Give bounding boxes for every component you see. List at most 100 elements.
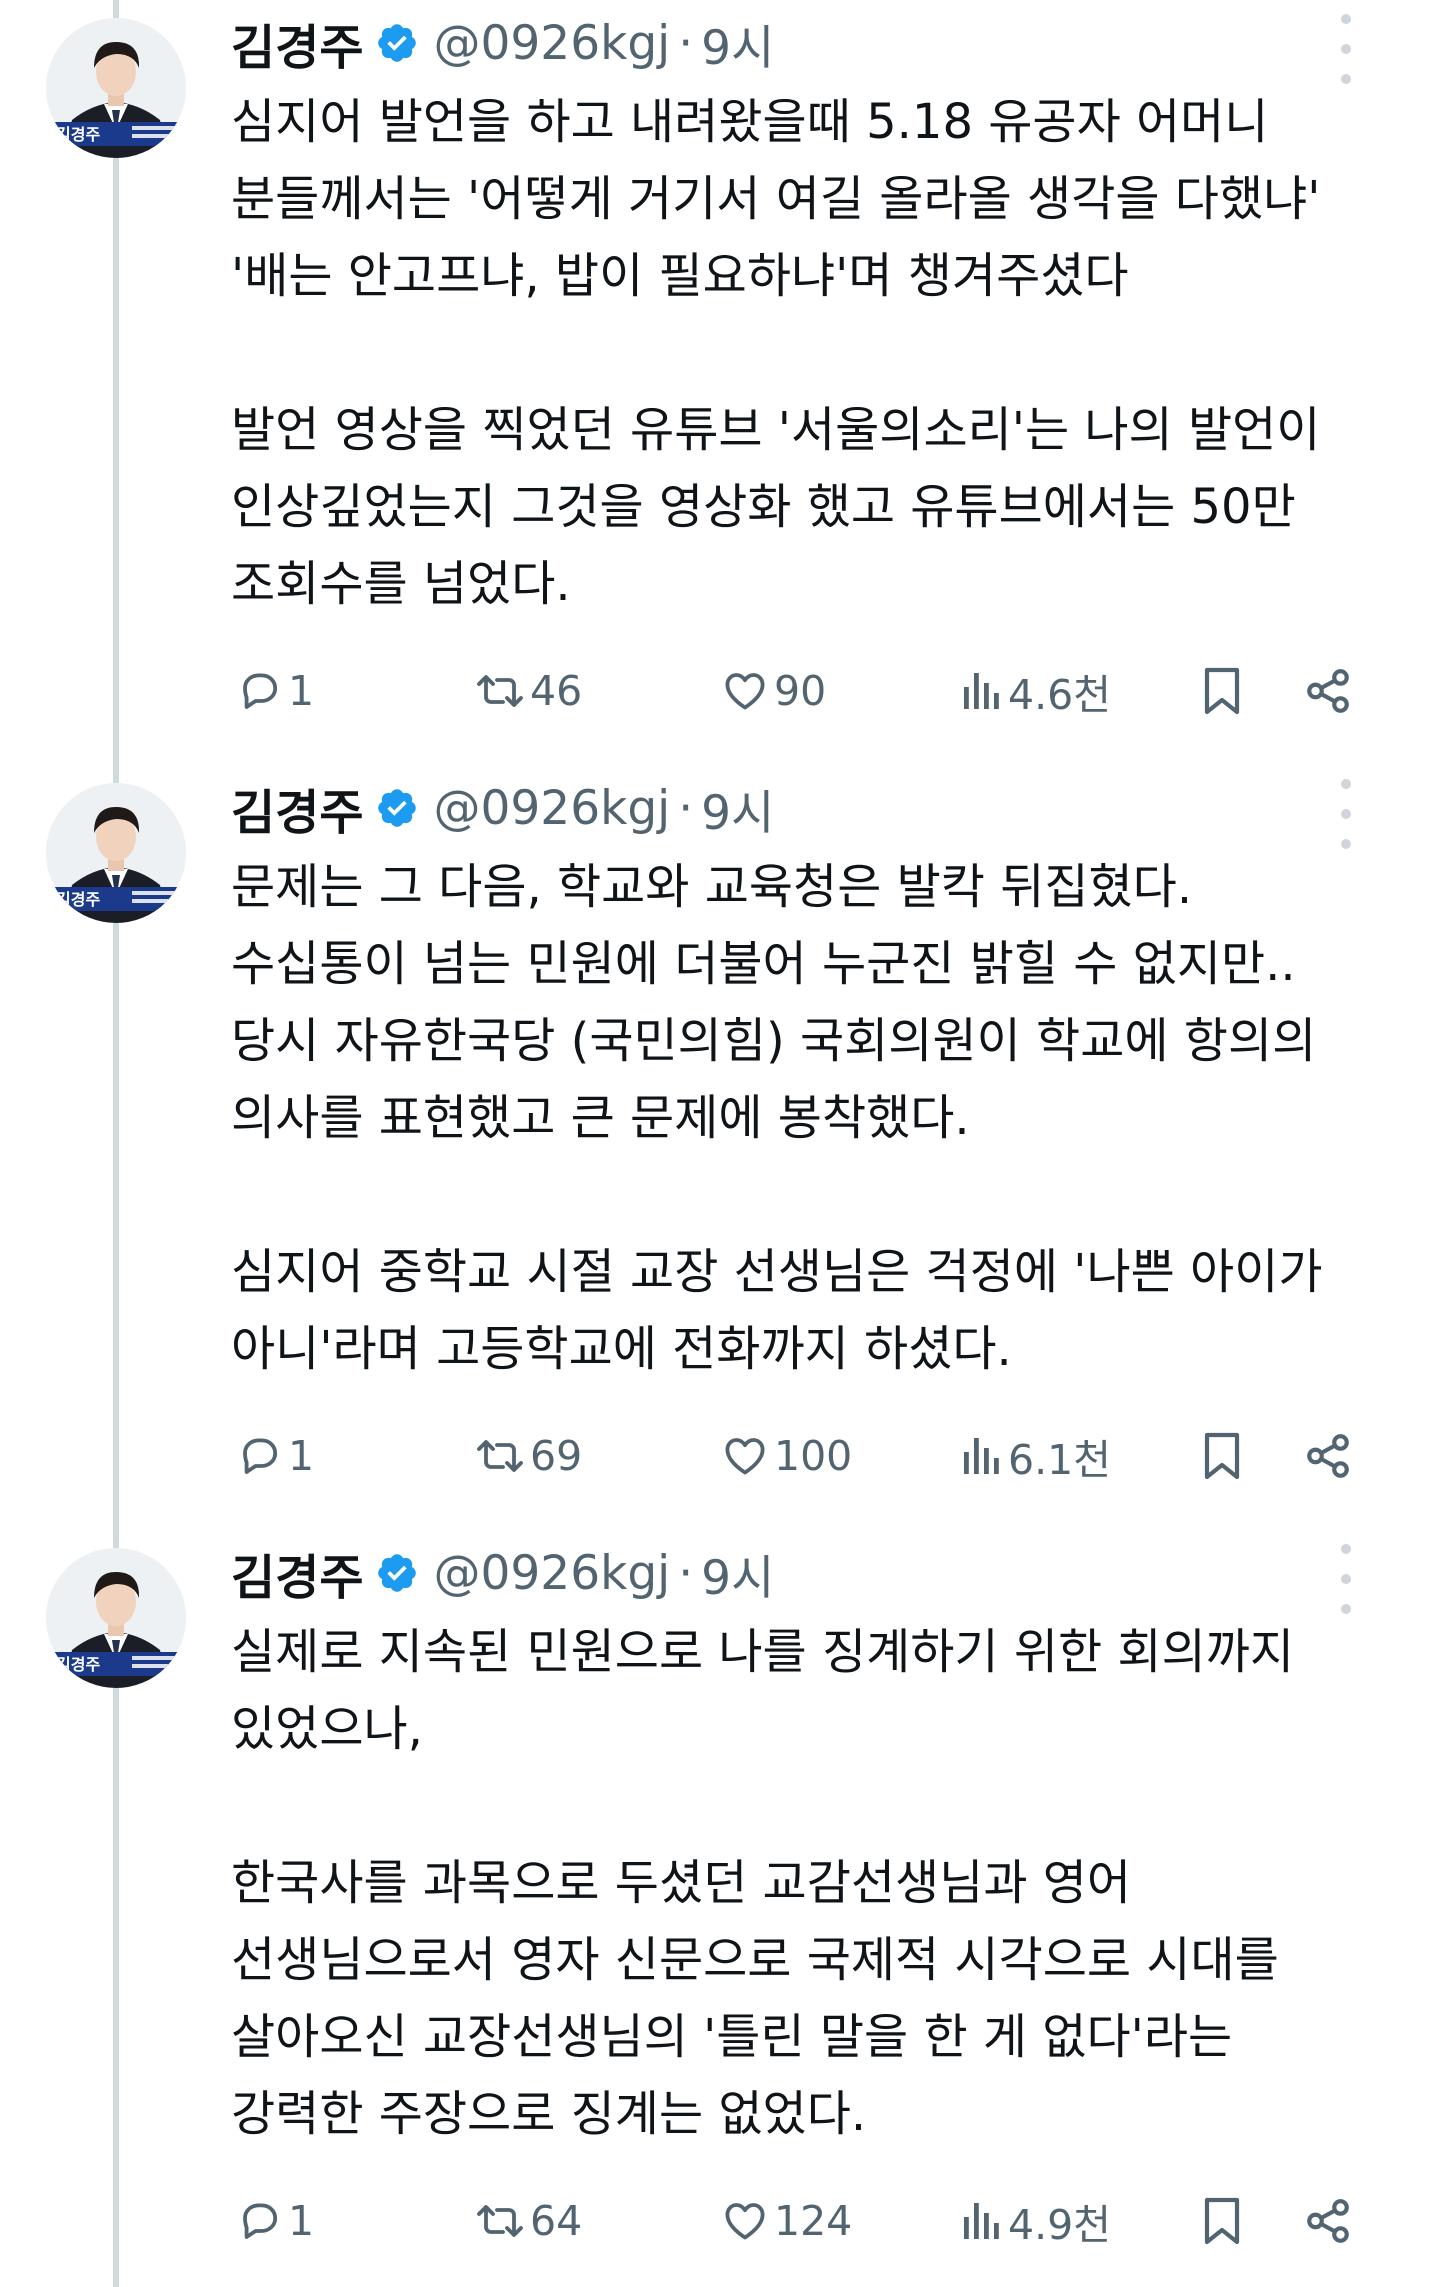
- avatar[interactable]: 김경주: [46, 1548, 186, 1688]
- views-count: 6.1천: [1008, 1436, 1111, 1484]
- separator-dot: ·: [678, 15, 694, 71]
- tweet-text-line: 인상깊었는지 그것을 영상화 했고 유튜브에서는 50만: [231, 479, 1296, 535]
- verified-badge-icon: [378, 24, 417, 62]
- views-icon: [964, 1438, 999, 1474]
- tweet-text-line: 심지어 중학교 시절 교장 선생님은 걱정에 '나쁜 아이가: [231, 1244, 1323, 1300]
- avatar-badge-text: 김경주: [56, 125, 100, 144]
- like-button[interactable]: 100: [720, 1420, 852, 1492]
- author-handle[interactable]: @0926kgj: [433, 781, 670, 836]
- views-button[interactable]: 4.6천: [960, 655, 1111, 727]
- bookmark-button[interactable]: [1200, 2185, 1244, 2257]
- tweet-text-line: 발언 영상을 찍었던 유튜브 '서울의소리'는 나의 발언이: [231, 402, 1321, 458]
- author-name[interactable]: 김경주: [231, 1538, 363, 1608]
- views-icon: [964, 2203, 999, 2239]
- action-bar: 1 64 124 4.9천: [0, 2185, 1439, 2257]
- tweet-text-line: 실제로 지속된 민원으로 나를 징계하기 위한 회의까지: [231, 1624, 1295, 1680]
- separator-dot: ·: [678, 780, 694, 836]
- tweet-text-line: 의사를 표현했고 큰 문제에 봉착했다.: [231, 1090, 970, 1146]
- author-name[interactable]: 김경주: [231, 773, 363, 843]
- reply-count: 1: [288, 1432, 315, 1480]
- like-icon: [725, 2203, 765, 2240]
- repost-icon: [477, 1440, 523, 1472]
- repost-button[interactable]: 64: [474, 2185, 582, 2257]
- timestamp[interactable]: 9시: [701, 774, 774, 843]
- bookmark-button[interactable]: [1200, 1420, 1244, 1492]
- reply-button[interactable]: 1: [236, 2185, 314, 2257]
- author-handle[interactable]: @0926kgj: [433, 16, 670, 71]
- share-button[interactable]: [1303, 1420, 1353, 1492]
- tweet-text-line: 심지어 발언을 하고 내려왔을때 5.18 유공자 어머니: [231, 94, 1269, 150]
- bookmark-icon: [1204, 2197, 1240, 2245]
- tweet-text-line: 조회수를 넘었다.: [231, 556, 571, 612]
- bookmark-icon: [1204, 1432, 1240, 1480]
- share-button[interactable]: [1303, 655, 1353, 727]
- avatar-badge-text: 김경주: [56, 890, 100, 909]
- reply-icon: [243, 1438, 278, 1474]
- views-icon: [964, 673, 999, 709]
- tweet-header: 김경주 @0926kgj · 9시: [231, 1538, 774, 1608]
- tweet-header: 김경주 @0926kgj · 9시: [231, 773, 774, 843]
- timestamp[interactable]: 9시: [701, 1539, 774, 1608]
- avatar-badge-text: 김경주: [56, 1655, 100, 1674]
- repost-count: 64: [530, 2197, 583, 2245]
- thread-line: [113, 0, 119, 2287]
- tweet-text-line: 분들께서는 '어떻게 거기서 여길 올라올 생각을 다했냐': [231, 171, 1321, 227]
- tweet-text-line: 선생님으로서 영자 신문으로 국제적 시각으로 시대를: [231, 1932, 1279, 1988]
- avatar-photo: 김경주: [46, 18, 186, 158]
- bookmark-button[interactable]: [1200, 655, 1244, 727]
- like-button[interactable]: 90: [720, 655, 826, 727]
- verified-badge-icon: [378, 789, 417, 827]
- views-count: 4.6천: [1008, 671, 1111, 719]
- avatar-photo: 김경주: [46, 783, 186, 923]
- repost-count: 69: [530, 1432, 583, 1480]
- author-handle[interactable]: @0926kgj: [433, 1546, 670, 1601]
- share-icon: [1307, 2199, 1349, 2243]
- repost-icon: [477, 2205, 523, 2237]
- like-icon: [725, 1438, 765, 1475]
- like-button[interactable]: 124: [720, 2185, 852, 2257]
- tweet-text-line: 수십통이 넘는 민원에 더불어 누군진 밝힐 수 없지만..: [231, 936, 1296, 992]
- tweet-text-line: 살아오신 교장선생님의 '틀린 말을 한 게 없다'라는: [231, 2009, 1233, 2065]
- share-icon: [1307, 1434, 1349, 1478]
- avatar[interactable]: 김경주: [46, 783, 186, 923]
- tweet-text-line: 강력한 주장으로 징계는 없었다.: [231, 2086, 867, 2142]
- more-icon[interactable]: [1334, 1544, 1358, 1614]
- reply-button[interactable]: 1: [236, 1420, 314, 1492]
- separator-dot: ·: [678, 1545, 694, 1601]
- tweet-text-line: 있었으나,: [231, 1701, 423, 1757]
- tweet-text: 심지어 발언을 하고 내려왔을때 5.18 유공자 어머니분들께서는 '어떻게 …: [231, 84, 1401, 623]
- author-name[interactable]: 김경주: [231, 8, 363, 78]
- tweet-text: 문제는 그 다음, 학교와 교육청은 발칵 뒤집혔다. 수십통이 넘는 민원에 더…: [231, 849, 1401, 1388]
- avatar[interactable]: 김경주: [46, 18, 186, 158]
- action-bar: 1 69 100 6.1천: [0, 1420, 1439, 1492]
- reply-icon: [243, 2203, 278, 2239]
- tweet-text-line: 아니'라며 고등학교에 전화까지 하셨다.: [231, 1321, 1012, 1377]
- repost-button[interactable]: 46: [474, 655, 582, 727]
- views-button[interactable]: 6.1천: [960, 1420, 1111, 1492]
- share-icon: [1307, 669, 1349, 713]
- reply-button[interactable]: 1: [236, 655, 314, 727]
- verified-badge-icon: [378, 1554, 417, 1592]
- like-count: 100: [774, 1432, 853, 1480]
- tweet-header: 김경주 @0926kgj · 9시: [231, 8, 774, 78]
- more-icon[interactable]: [1334, 779, 1358, 849]
- action-bar: 1 46 90 4.6천: [0, 655, 1439, 727]
- reply-count: 1: [288, 2197, 315, 2245]
- more-icon[interactable]: [1334, 14, 1358, 84]
- like-icon: [725, 673, 765, 710]
- views-button[interactable]: 4.9천: [960, 2185, 1111, 2257]
- bookmark-icon: [1204, 667, 1240, 715]
- repost-count: 46: [530, 667, 583, 715]
- tweet-text-line: 문제는 그 다음, 학교와 교육청은 발칵 뒤집혔다.: [231, 859, 1193, 915]
- tweet-text-line: '배는 안고프냐, 밥이 필요하냐'며 챙겨주셨다: [231, 248, 1129, 304]
- reply-count: 1: [288, 667, 315, 715]
- reply-icon: [243, 673, 278, 709]
- timestamp[interactable]: 9시: [701, 9, 774, 78]
- share-button[interactable]: [1303, 2185, 1353, 2257]
- tweet-text-line: 당시 자유한국당 (국민의힘) 국회의원이 학교에 항의의: [231, 1013, 1317, 1069]
- like-count: 90: [774, 667, 827, 715]
- repost-button[interactable]: 69: [474, 1420, 582, 1492]
